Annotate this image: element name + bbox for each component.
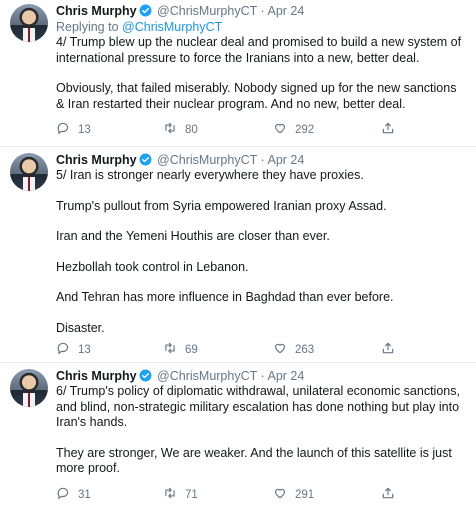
retweet-button[interactable]: 80 (163, 121, 198, 138)
tweet-header: Chris Murphy @ChrisMurphyCT · Apr 24 (56, 368, 468, 384)
reply-count: 13 (78, 343, 91, 356)
author-avatar[interactable] (10, 4, 48, 42)
tweet-paragraph: Trump's pullout from Syria empowered Ira… (56, 198, 387, 213)
reply-button[interactable]: 13 (56, 121, 91, 138)
heart-icon (273, 121, 287, 138)
tweet-actions: 13 69 263 (56, 341, 416, 357)
tweet-paragraph: Disaster. (56, 320, 105, 335)
author-avatar[interactable] (10, 153, 48, 191)
author-avatar[interactable] (10, 369, 48, 407)
author-handle[interactable]: @ChrisMurphyCT (157, 153, 257, 167)
tweet-date[interactable]: Apr 24 (267, 153, 304, 167)
like-button[interactable]: 263 (273, 341, 314, 358)
reply-icon (56, 121, 70, 138)
tweet-thread: Chris Murphy @ChrisMurphyCT · Apr 24 Rep… (0, 0, 476, 510)
reply-button[interactable]: 13 (56, 341, 91, 358)
tweet-paragraph: Iran and the Yemeni Houthis are closer t… (56, 229, 330, 243)
like-count: 292 (295, 123, 315, 136)
verified-badge-icon (139, 153, 152, 166)
reply-count: 31 (78, 488, 91, 501)
tweet-4[interactable]: Chris Murphy @ChrisMurphyCT · Apr 24 Rep… (0, 0, 476, 146)
tweet-paragraph: 6/ Trump's policy of diplomatic withdraw… (56, 384, 460, 429)
share-icon (381, 486, 395, 503)
verified-badge-icon (139, 369, 152, 382)
retweet-icon (163, 341, 177, 358)
replying-prefix: Replying to (56, 20, 119, 34)
reply-icon (56, 486, 70, 503)
retweet-button[interactable]: 69 (163, 341, 198, 358)
reply-button[interactable]: 31 (56, 486, 91, 503)
share-button[interactable] (381, 486, 395, 503)
tweet-date[interactable]: Apr 24 (267, 369, 304, 383)
tweet-text: 4/ Trump blew up the nuclear deal and pr… (56, 35, 468, 112)
share-icon (381, 121, 395, 138)
tweet-paragraph: 5/ Iran is stronger nearly everywhere th… (56, 168, 364, 182)
like-button[interactable]: 291 (273, 486, 314, 503)
tweet-paragraph: Obviously, that failed miserably. Nobody… (56, 81, 457, 111)
tweet-paragraph: And Tehran has more influence in Baghdad… (56, 290, 394, 304)
share-button[interactable] (381, 341, 395, 358)
replying-to-link[interactable]: @ChrisMurphyCT (122, 20, 222, 34)
tweet-5[interactable]: Chris Murphy @ChrisMurphyCT · Apr 24 5/ … (0, 147, 476, 361)
retweet-icon (163, 486, 177, 503)
author-name[interactable]: Chris Murphy (56, 153, 137, 167)
retweet-icon (163, 121, 177, 138)
retweet-count: 69 (185, 343, 198, 356)
author-handle[interactable]: @ChrisMurphyCT (157, 369, 257, 383)
retweet-button[interactable]: 71 (163, 486, 198, 503)
tweet-paragraph: Hezbollah took control in Lebanon. (56, 259, 249, 274)
share-icon (381, 341, 395, 358)
retweet-count: 71 (185, 488, 198, 501)
separator-dot: · (260, 4, 265, 18)
author-handle[interactable]: @ChrisMurphyCT (157, 4, 257, 18)
tweet-text: 5/ Iran is stronger nearly everywhere th… (56, 168, 468, 336)
separator-dot: · (260, 153, 265, 167)
share-button[interactable] (381, 121, 395, 138)
reply-icon (56, 341, 70, 358)
replying-to: Replying to @ChrisMurphyCT (56, 19, 468, 35)
separator-dot: · (260, 369, 265, 383)
tweet-paragraph: 4/ Trump blew up the nuclear deal and pr… (56, 35, 462, 65)
author-name[interactable]: Chris Murphy (56, 4, 137, 18)
verified-badge-icon (139, 4, 152, 17)
tweet-6[interactable]: Chris Murphy @ChrisMurphyCT · Apr 24 6/ … (0, 363, 476, 510)
tweet-header: Chris Murphy @ChrisMurphyCT · Apr 24 (56, 3, 468, 19)
tweet-actions: 31 71 291 (56, 486, 416, 502)
like-button[interactable]: 292 (273, 121, 314, 138)
tweet-actions: 13 80 292 (56, 121, 416, 137)
like-count: 263 (295, 343, 315, 356)
reply-count: 13 (78, 123, 91, 136)
tweet-date[interactable]: Apr 24 (267, 4, 304, 18)
tweet-text: 6/ Trump's policy of diplomatic withdraw… (56, 384, 468, 477)
author-name[interactable]: Chris Murphy (56, 369, 137, 383)
heart-icon (273, 341, 287, 358)
heart-icon (273, 486, 287, 503)
like-count: 291 (295, 488, 315, 501)
retweet-count: 80 (185, 123, 198, 136)
tweet-paragraph: They are stronger, We are weaker. And th… (56, 445, 452, 476)
tweet-header: Chris Murphy @ChrisMurphyCT · Apr 24 (56, 152, 468, 168)
